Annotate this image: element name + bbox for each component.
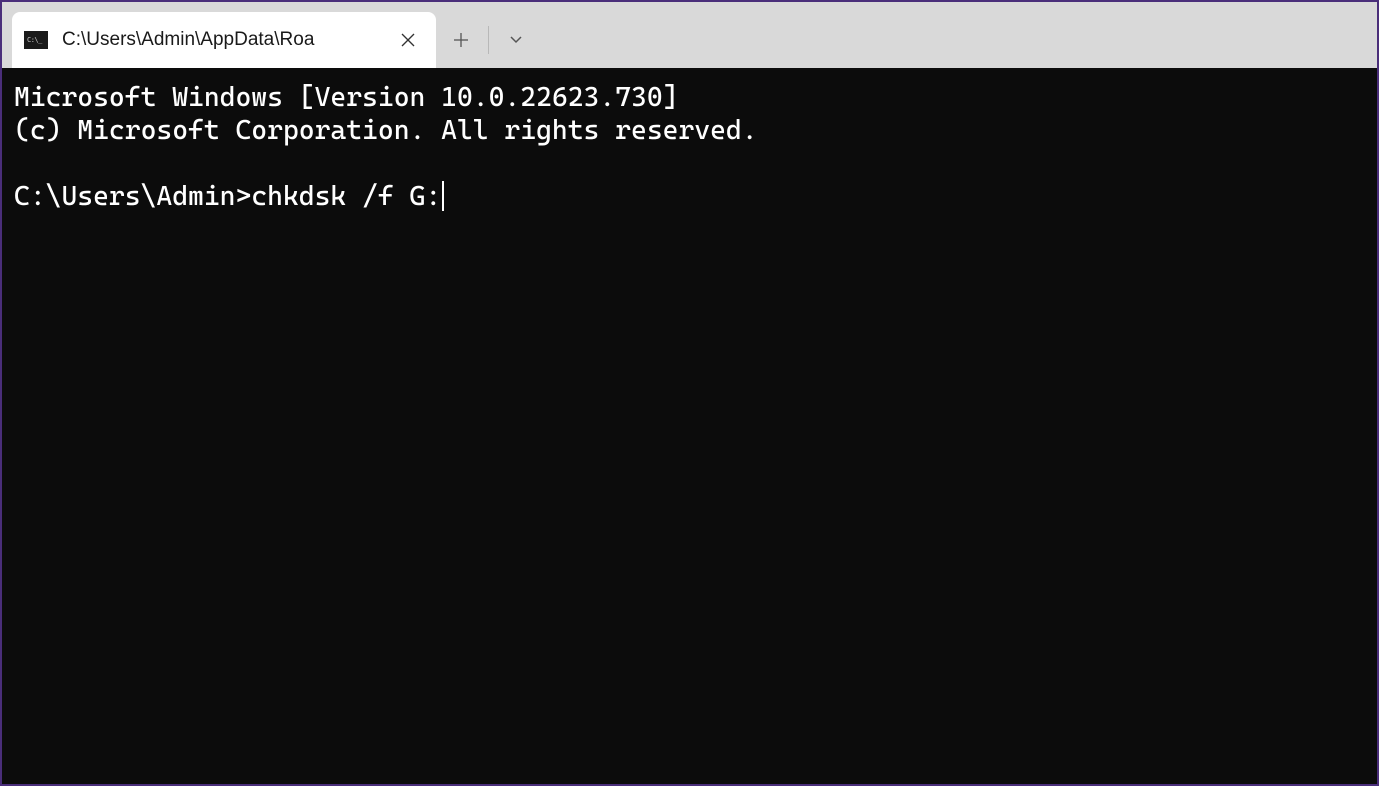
prompt-line: C:\Users\Admin>chkdsk /f G:	[14, 181, 1365, 214]
close-tab-button[interactable]	[394, 26, 422, 54]
chevron-down-icon	[509, 35, 523, 45]
copyright-line: (c) Microsoft Corporation. All rights re…	[14, 115, 1365, 148]
terminal-output[interactable]: Microsoft Windows [Version 10.0.22623.73…	[2, 68, 1377, 784]
command-text: chkdsk /f G:	[251, 181, 441, 212]
titlebar: C:\_ C:\Users\Admin\AppData\Roa	[2, 2, 1377, 68]
divider	[488, 26, 489, 54]
close-icon	[401, 33, 415, 47]
plus-icon	[453, 32, 469, 48]
tab-dropdown-button[interactable]	[491, 16, 541, 64]
prompt-text: C:\Users\Admin>	[14, 181, 251, 212]
version-line: Microsoft Windows [Version 10.0.22623.73…	[14, 82, 1365, 115]
new-tab-button[interactable]	[436, 16, 486, 64]
titlebar-actions	[436, 2, 541, 68]
cmd-icon: C:\_	[24, 31, 48, 49]
terminal-tab[interactable]: C:\_ C:\Users\Admin\AppData\Roa	[12, 12, 436, 68]
tab-title: C:\Users\Admin\AppData\Roa	[62, 29, 386, 51]
text-cursor	[442, 181, 444, 211]
